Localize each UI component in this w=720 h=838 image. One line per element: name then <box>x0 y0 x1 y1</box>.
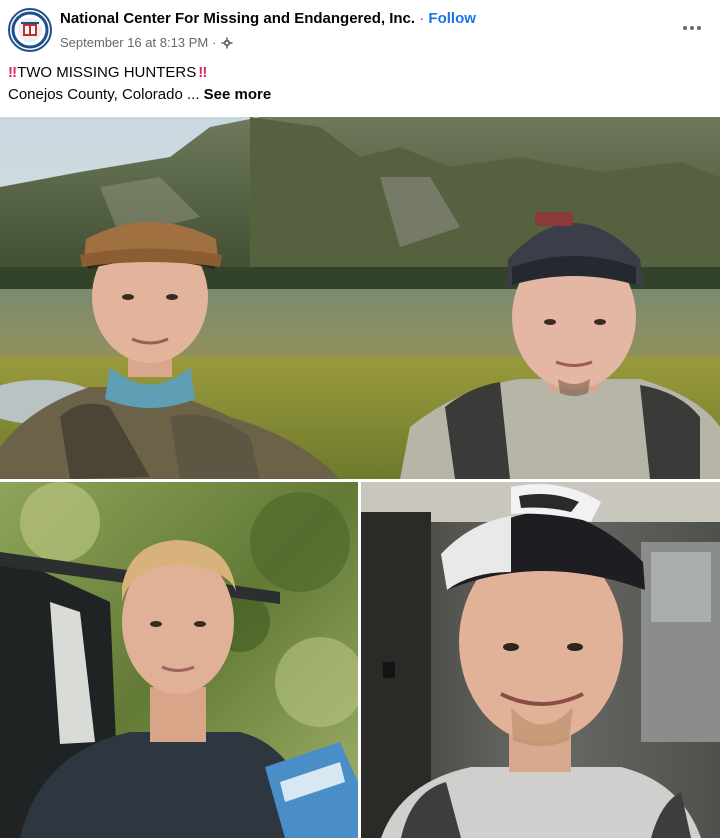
gear-icon[interactable] <box>221 37 233 49</box>
photo-hunter-one-outdoors[interactable] <box>0 482 358 838</box>
see-more-button[interactable]: See more <box>204 86 272 103</box>
follow-separator: · <box>419 10 425 27</box>
post-meta: September 16 at 8:13 PM · <box>60 35 233 50</box>
photo-hunters-lake[interactable] <box>0 117 720 479</box>
post-headline: ‼ TWO MISSING HUNTERS ‼ <box>8 62 271 84</box>
post-header: National Center For Missing and Endanger… <box>0 0 720 60</box>
meta-separator: · <box>212 35 217 50</box>
headline-text: TWO MISSING HUNTERS <box>17 64 197 81</box>
double-exclamation-icon: ‼ <box>198 64 207 81</box>
post-body-line: Conejos County, Colorado ... See more <box>8 84 271 106</box>
page-name-line: National Center For Missing and Endanger… <box>60 10 476 27</box>
page-name-link[interactable]: National Center For Missing and Endanger… <box>60 10 415 27</box>
photo-grid <box>0 117 720 838</box>
post-body-text: Conejos County, Colorado ... <box>8 86 200 103</box>
page-avatar[interactable] <box>8 8 52 52</box>
page-logo-icon <box>11 11 49 49</box>
photo-hunter-two-indoors[interactable] <box>361 482 720 838</box>
post-text: ‼ TWO MISSING HUNTERS ‼ Conejos County, … <box>8 62 271 106</box>
post-timestamp[interactable]: September 16 at 8:13 PM <box>60 35 208 50</box>
follow-button[interactable]: Follow <box>428 10 476 27</box>
more-options-icon[interactable] <box>680 16 704 40</box>
double-exclamation-icon: ‼ <box>8 64 17 81</box>
